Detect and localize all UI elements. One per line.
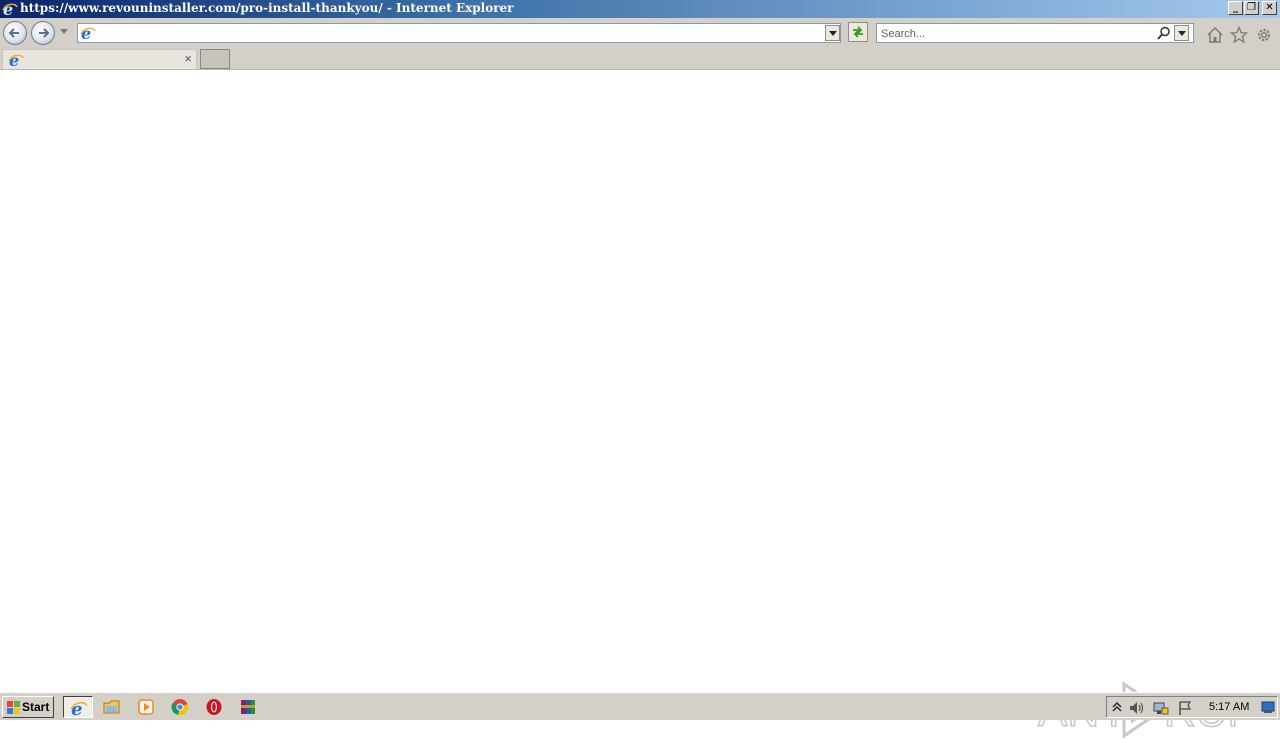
refresh-icon: [853, 26, 863, 38]
clock[interactable]: 5:17 AM: [1209, 701, 1249, 713]
forward-arrow-icon: [39, 28, 50, 38]
taskbar: Start e 5:17 AM: [0, 692, 1280, 720]
address-dropdown-button[interactable]: [825, 25, 840, 41]
address-input[interactable]: [100, 25, 820, 41]
history-dropdown-icon[interactable]: [60, 29, 68, 34]
window-title: https://www.revouninstaller.com/pro-inst…: [20, 1, 514, 15]
network-icon[interactable]: [1152, 700, 1170, 719]
back-arrow-icon: [8, 28, 19, 38]
tab-bar: e ×: [0, 48, 1280, 70]
start-button[interactable]: Start: [2, 696, 54, 718]
folder-icon: [103, 700, 120, 714]
navigation-toolbar: e: [0, 18, 1280, 48]
restore-button[interactable]: ❐: [1244, 1, 1259, 15]
winrar-icon: [241, 700, 255, 714]
page-ie-icon: e: [80, 24, 96, 44]
internet-explorer-icon: e: [70, 699, 88, 717]
svg-text:e: e: [9, 52, 19, 68]
start-label: Start: [22, 700, 50, 714]
address-bar[interactable]: e: [77, 23, 841, 43]
volume-icon[interactable]: [1128, 700, 1146, 719]
taskbar-media-player[interactable]: [131, 696, 161, 718]
home-icon[interactable]: [1206, 26, 1224, 47]
taskbar-opera[interactable]: [199, 696, 229, 718]
settings-gear-icon[interactable]: [1255, 26, 1273, 47]
svg-text:e: e: [3, 1, 13, 17]
favorites-star-icon[interactable]: [1229, 25, 1249, 47]
show-hidden-icons-icon[interactable]: [1111, 700, 1123, 717]
tab-ie-icon: e: [8, 51, 24, 71]
show-desktop-icon[interactable]: [1261, 700, 1275, 717]
close-window-button[interactable]: ✕: [1262, 1, 1277, 15]
opera-icon: [206, 699, 222, 715]
svg-text:e: e: [81, 25, 91, 41]
taskbar-chrome[interactable]: [165, 696, 195, 718]
taskbar-file-explorer[interactable]: [97, 696, 127, 718]
search-input[interactable]: [881, 26, 1151, 41]
forward-button[interactable]: [31, 21, 55, 45]
taskbar-internet-explorer[interactable]: e: [63, 696, 93, 718]
back-button[interactable]: [3, 21, 27, 45]
tab-close-icon[interactable]: ×: [184, 51, 192, 66]
search-box[interactable]: [876, 23, 1194, 43]
chrome-icon: [171, 699, 189, 716]
internet-explorer-icon: e: [2, 0, 18, 19]
new-tab-button[interactable]: [200, 49, 230, 69]
taskbar-winrar[interactable]: [233, 696, 263, 718]
system-tray: 5:17 AM: [1106, 696, 1278, 718]
window-titlebar[interactable]: e https://www.revouninstaller.com/pro-in…: [0, 0, 1280, 19]
tab-current-page[interactable]: e ×: [2, 49, 197, 71]
windows-logo-icon: [6, 700, 21, 718]
page-content[interactable]: ANY RUN: [0, 70, 1280, 739]
action-center-flag-icon[interactable]: [1177, 700, 1193, 719]
media-player-icon: [138, 699, 154, 715]
search-icon[interactable]: [1157, 26, 1171, 43]
svg-text:e: e: [71, 699, 82, 717]
minimize-button[interactable]: _: [1228, 1, 1243, 15]
search-dropdown-button[interactable]: [1174, 25, 1189, 41]
refresh-compat-button[interactable]: [848, 22, 868, 42]
